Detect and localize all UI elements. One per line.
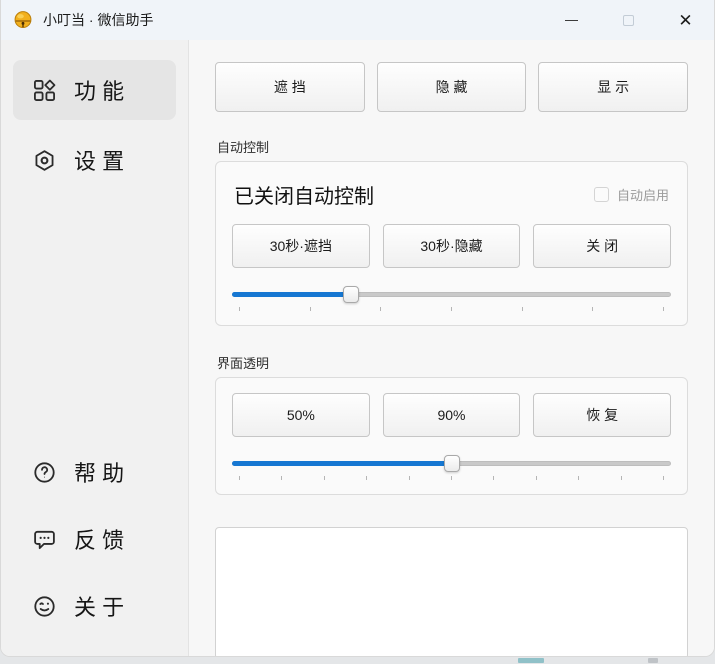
slider-tick: [451, 307, 452, 311]
minimize-button[interactable]: [543, 0, 600, 40]
hide-30s-button[interactable]: 30秒·隐藏: [383, 224, 521, 268]
slider-ticks: [232, 476, 671, 480]
slider-tick: [578, 476, 579, 480]
auto-control-status-row: 已关闭自动控制 自动启用: [232, 176, 671, 209]
slider-tick: [281, 476, 282, 480]
transparency-slider[interactable]: [232, 455, 671, 472]
smiley-icon: [33, 595, 56, 618]
slider-tick: [451, 476, 452, 480]
window-controls: ✕: [543, 0, 714, 40]
auto-control-group: 已关闭自动控制 自动启用 30秒·遮挡 30秒·隐藏 关 闭: [215, 161, 688, 326]
slider-tick: [621, 476, 622, 480]
auto-control-group-label: 自动控制: [217, 137, 688, 156]
sidebar-item-label: 功 能: [74, 74, 124, 106]
sidebar-item-label: 反 馈: [74, 523, 124, 555]
sidebar-item-settings[interactable]: 设 置: [13, 130, 176, 190]
opacity-restore-button[interactable]: 恢 复: [533, 393, 671, 437]
log-textarea[interactable]: [215, 527, 688, 657]
maximize-icon: [623, 15, 634, 26]
checkbox-icon: [594, 187, 609, 202]
sidebar: 功 能 设 置 帮 助: [1, 40, 189, 656]
slider-tick: [409, 476, 410, 480]
slider-tick: [239, 307, 240, 311]
slider-tick: [324, 476, 325, 480]
auto-control-status: 已关闭自动控制: [234, 180, 374, 209]
sidebar-item-label: 设 置: [74, 144, 124, 176]
auto-control-slider-wrap: [232, 286, 671, 311]
auto-off-button[interactable]: 关 闭: [533, 224, 671, 268]
speech-bubble-icon: [33, 528, 56, 551]
slider-tick: [663, 307, 664, 311]
slider-thumb[interactable]: [444, 455, 460, 472]
top-button-row: 遮 挡 隐 藏 显 示: [215, 62, 688, 112]
block-30s-button[interactable]: 30秒·遮挡: [232, 224, 370, 268]
window-title: 小叮当 · 微信助手: [43, 10, 153, 30]
window-content: 功 能 设 置 帮 助: [1, 40, 714, 656]
auto-enable-checkbox[interactable]: 自动启用: [594, 185, 669, 204]
main-panel: 遮 挡 隐 藏 显 示 自动控制 已关闭自动控制 自动启用 30秒·遮挡 30秒…: [189, 40, 714, 656]
close-icon: ✕: [678, 12, 692, 29]
hexagon-settings-icon: [33, 149, 56, 172]
taskbar-app-smudge: [518, 658, 544, 663]
sidebar-item-feedback[interactable]: 反 馈: [13, 509, 176, 569]
taskbar-app-smudge: [648, 658, 658, 663]
sidebar-spacer: [13, 200, 176, 442]
transparency-button-row: 50% 90% 恢 复: [232, 393, 671, 437]
slider-tick: [493, 476, 494, 480]
slider-tick: [592, 307, 593, 311]
sidebar-item-label: 帮 助: [74, 456, 124, 488]
question-circle-icon: [33, 461, 56, 484]
hide-button[interactable]: 隐 藏: [377, 62, 527, 112]
slider-thumb[interactable]: [343, 286, 359, 303]
sidebar-item-help[interactable]: 帮 助: [13, 442, 176, 502]
slider-tick: [239, 476, 240, 480]
transparency-group: 50% 90% 恢 复: [215, 377, 688, 495]
auto-control-button-row: 30秒·遮挡 30秒·隐藏 关 闭: [232, 224, 671, 268]
minimize-icon: [565, 20, 578, 21]
slider-fill: [232, 461, 452, 466]
slider-fill: [232, 292, 351, 297]
sidebar-item-about[interactable]: 关 于: [13, 576, 176, 636]
slider-ticks: [232, 307, 671, 311]
show-button[interactable]: 显 示: [538, 62, 688, 112]
maximize-button[interactable]: [600, 0, 657, 40]
transparency-group-label: 界面透明: [217, 353, 688, 372]
block-button[interactable]: 遮 挡: [215, 62, 365, 112]
slider-tick: [536, 476, 537, 480]
app-window: 小叮当 · 微信助手 ✕ 功 能: [0, 0, 715, 657]
transparency-slider-wrap: [232, 455, 671, 480]
taskbar-peek: [0, 656, 715, 664]
opacity-50-button[interactable]: 50%: [232, 393, 370, 437]
opacity-90-button[interactable]: 90%: [383, 393, 521, 437]
slider-tick: [663, 476, 664, 480]
sidebar-item-label: 关 于: [74, 590, 124, 622]
close-button[interactable]: ✕: [657, 0, 714, 40]
auto-control-slider[interactable]: [232, 286, 671, 303]
slider-tick: [366, 476, 367, 480]
slider-tick: [310, 307, 311, 311]
slider-tick: [380, 307, 381, 311]
titlebar[interactable]: 小叮当 · 微信助手 ✕: [1, 0, 714, 40]
sidebar-item-features[interactable]: 功 能: [13, 60, 176, 120]
bell-icon: [13, 10, 33, 30]
slider-tick: [522, 307, 523, 311]
auto-enable-label: 自动启用: [617, 185, 669, 204]
grid-category-icon: [33, 79, 56, 102]
